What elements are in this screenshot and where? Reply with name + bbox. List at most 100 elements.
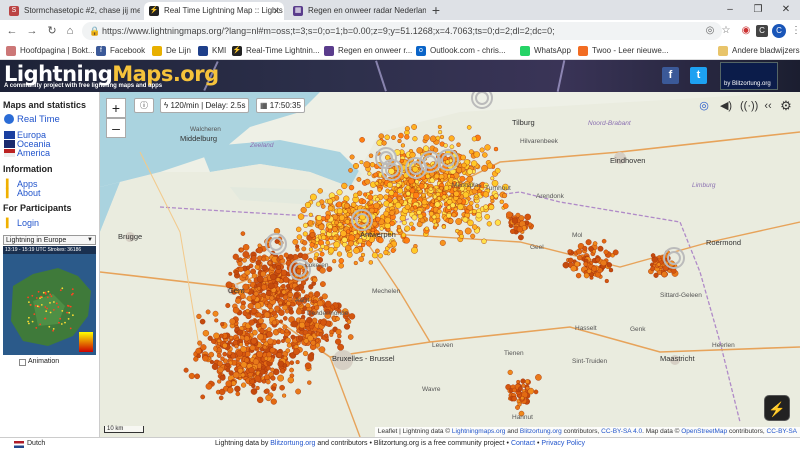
- minimap-strike: [49, 293, 52, 296]
- lightning-strike: [562, 261, 570, 269]
- lightning-strike: [574, 261, 580, 267]
- lightning-strike: [265, 290, 272, 296]
- lightning-strike: [237, 257, 243, 262]
- animation-toggle[interactable]: Animation: [19, 358, 59, 366]
- lightning-strike: [399, 158, 404, 163]
- lightning-strike: [448, 135, 455, 142]
- maximize-button[interactable]: ❐: [744, 0, 772, 20]
- minimap-strike: [31, 294, 34, 297]
- lightning-strike: [325, 240, 330, 245]
- bookmark-item[interactable]: WhatsApp: [520, 44, 571, 58]
- lightning-strike: [276, 352, 283, 358]
- close-window-button[interactable]: ✕: [772, 0, 800, 20]
- bookmark-star-icon[interactable]: ☆: [718, 23, 734, 39]
- forward-arrow-icon[interactable]: →: [24, 23, 40, 39]
- login-link[interactable]: Login: [17, 218, 39, 228]
- blitzortung-logo[interactable]: by Blitzortung.org: [720, 62, 778, 90]
- about-link[interactable]: About: [17, 188, 41, 198]
- lightning-strike: [243, 335, 250, 342]
- facebook-icon[interactable]: f: [662, 67, 679, 84]
- lightning-strike: [592, 241, 598, 246]
- lightning-button-icon[interactable]: ⚡: [764, 395, 790, 421]
- language-selector[interactable]: Dutch: [14, 438, 45, 450]
- minimap-strike: [49, 311, 52, 314]
- reload-icon[interactable]: ↻: [44, 23, 60, 39]
- lightning-strike: [595, 257, 601, 263]
- bookmark-item[interactable]: Hoofdpagina | Bokt...: [6, 44, 95, 58]
- lightning-strike: [416, 209, 422, 215]
- lightning-strike: [367, 194, 374, 201]
- tab-regenradar[interactable]: ▦ Regen en onweer radar Nederlan: [288, 2, 426, 20]
- lightning-strike: [252, 358, 260, 365]
- lightning-strike: [456, 142, 461, 147]
- close-tab-icon[interactable]: ✕: [272, 2, 280, 20]
- address-bar[interactable]: 🔒 https://www.lightningmaps.org/?lang=nl…: [82, 22, 722, 40]
- license-link[interactable]: CC-BY-SA 4.0: [601, 428, 642, 435]
- tab-stormchase[interactable]: S Stormchasetopic #2, chase jij me: [4, 2, 140, 20]
- blitzortung-link[interactable]: Blitzortung.org: [520, 428, 562, 435]
- lightning-strike: [467, 219, 474, 227]
- globe-icon: [4, 114, 14, 124]
- info-icon[interactable]: ⓘ: [134, 98, 154, 113]
- lightning-strike: [384, 134, 390, 140]
- new-tab-button[interactable]: +: [428, 2, 444, 18]
- browser-tab-strip: S Stormchasetopic #2, chase jij me ⚡ Rea…: [0, 0, 800, 20]
- hide-icon[interactable]: ‹‹: [760, 98, 776, 114]
- zoom-out-button[interactable]: –: [106, 118, 126, 138]
- privacy-link[interactable]: Privacy Policy: [541, 440, 585, 447]
- sound-icon[interactable]: ◀): [718, 98, 734, 114]
- animation-checkbox[interactable]: [19, 359, 26, 366]
- contact-link[interactable]: Contact: [511, 440, 535, 447]
- home-icon[interactable]: ⌂: [62, 23, 78, 39]
- zoom-in-button[interactable]: +: [106, 98, 126, 118]
- lightning-strike: [263, 311, 271, 319]
- lightning-strike: [375, 197, 380, 202]
- bookmark-item[interactable]: o Outlook.com - chris...: [416, 44, 506, 58]
- lightning-strike: [409, 151, 416, 159]
- lightning-strike: [482, 152, 488, 158]
- other-bookmarks[interactable]: Andere bladwijzers: [718, 44, 800, 58]
- osm-license-link[interactable]: CC-BY-SA: [767, 428, 797, 435]
- lightning-strike: [511, 396, 517, 402]
- locate-me-icon[interactable]: ◎: [696, 98, 712, 114]
- location-target-icon[interactable]: ◎: [702, 23, 718, 39]
- signal-icon[interactable]: ((·)): [740, 98, 758, 114]
- bookmark-item[interactable]: ⚡ Real-Time Lightnin...: [232, 44, 320, 58]
- bookmark-item[interactable]: f Facebook: [96, 44, 145, 58]
- region-link-america[interactable]: America: [17, 148, 50, 158]
- bookmark-item[interactable]: KMI: [198, 44, 226, 58]
- lightningmaps-link[interactable]: Lightningmaps.org: [452, 428, 505, 435]
- extension-c-icon[interactable]: C: [756, 25, 768, 37]
- lightning-strike: [220, 356, 225, 361]
- bookmark-item[interactable]: De Lijn: [152, 44, 191, 58]
- bookmark-item[interactable]: Regen en onweer r...: [324, 44, 412, 58]
- bookmark-item[interactable]: Twoo - Leer nieuwe...: [578, 44, 668, 58]
- minimize-button[interactable]: –: [716, 0, 744, 20]
- osm-link[interactable]: OpenStreetMap: [681, 428, 727, 435]
- lightning-map[interactable]: Walcheren Middelburg Zeeland Tilburg Noord-B…: [100, 92, 800, 437]
- lightning-strike: [612, 249, 619, 256]
- profile-avatar[interactable]: C: [772, 24, 786, 38]
- lightning-strike: [516, 226, 524, 233]
- footer-blitzortung-link[interactable]: Blitzortung.org: [270, 440, 315, 447]
- lightning-strike: [348, 184, 355, 191]
- extension-icon[interactable]: ◉: [738, 23, 754, 39]
- realtime-link[interactable]: Real Time: [17, 114, 60, 125]
- lightning-strike: [256, 312, 262, 318]
- map-type-select[interactable]: Lightning in Europe ▼: [3, 235, 96, 245]
- lightning-strike: [493, 146, 499, 152]
- lightning-strike: [484, 144, 491, 151]
- lightning-strike: [259, 368, 266, 375]
- gear-icon[interactable]: ⚙: [778, 98, 794, 114]
- lightning-strike: [315, 237, 320, 242]
- lightning-strike: [494, 167, 501, 174]
- tab-lightningmaps[interactable]: ⚡ Real Time Lightning Map :: Lights ✕: [144, 2, 284, 20]
- lightning-strike: [520, 378, 526, 384]
- menu-kebab-icon[interactable]: ⋮: [788, 23, 800, 39]
- back-arrow-icon[interactable]: ←: [4, 23, 20, 39]
- twitter-icon[interactable]: t: [690, 67, 707, 84]
- europe-minimap[interactable]: 13:19 - 15:19 UTC Strokes: 36186: [3, 246, 96, 355]
- lightning-strike: [369, 190, 374, 195]
- lightning-strike: [279, 368, 286, 374]
- lightning-strike: [361, 199, 367, 204]
